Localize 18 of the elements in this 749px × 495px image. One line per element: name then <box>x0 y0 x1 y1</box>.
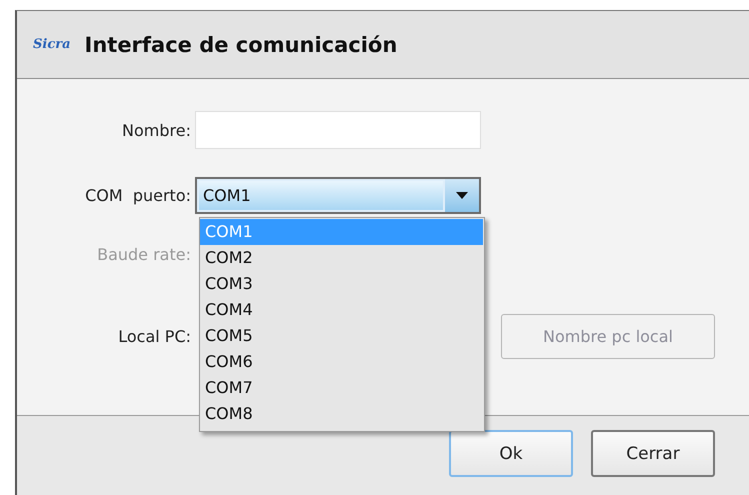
dialog-button[interactable]: Cerrar <box>591 430 715 477</box>
port-option[interactable]: COM6 <box>200 349 483 375</box>
field-label: Nombre: <box>121 120 192 140</box>
port-option[interactable]: COM5 <box>200 323 483 349</box>
port-option[interactable]: COM4 <box>200 297 483 323</box>
field-label: Baude rate: <box>96 244 192 264</box>
dialog-button[interactable]: Ok <box>449 430 573 477</box>
port-option[interactable]: COM2 <box>200 245 483 271</box>
caret-icon <box>456 192 468 199</box>
field-label: COM puerto: <box>84 186 192 205</box>
window-title: Interface de comunicación <box>84 32 398 56</box>
field-label: Local PC: <box>117 327 192 346</box>
port-option[interactable]: COM3 <box>200 271 483 297</box>
port-option[interactable]: COM8 <box>200 401 483 427</box>
port-dropdown[interactable]: COM1 <box>195 177 481 214</box>
logo: Sicra <box>33 37 71 52</box>
port-option[interactable]: COM7 <box>200 375 483 401</box>
name-field[interactable] <box>195 111 481 149</box>
